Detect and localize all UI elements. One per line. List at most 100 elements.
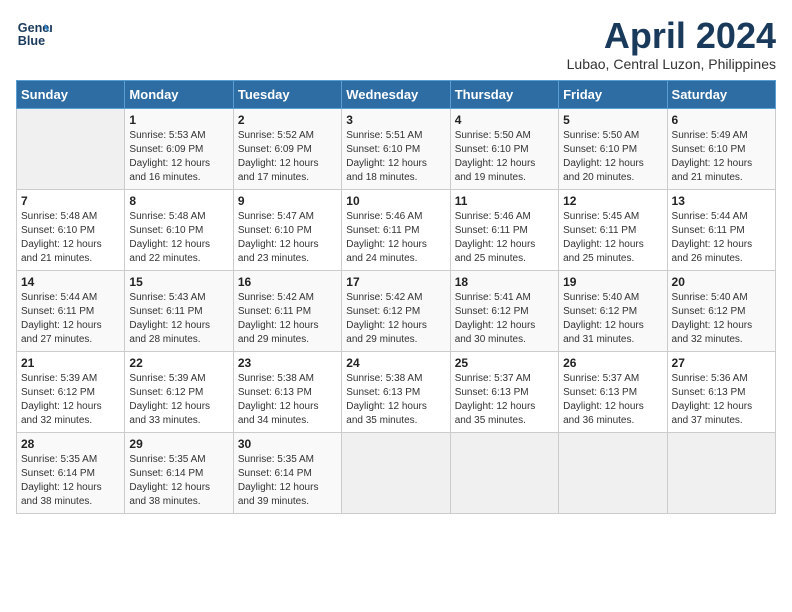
day-info: Sunrise: 5:39 AM Sunset: 6:12 PM Dayligh… <box>129 372 228 428</box>
calendar-day-cell: 27 Sunrise: 5:36 AM Sunset: 6:13 PM Dayli… <box>667 351 775 432</box>
day-info: Sunrise: 5:38 AM Sunset: 6:13 PM Dayligh… <box>238 372 337 428</box>
day-info: Sunrise: 5:44 AM Sunset: 6:11 PM Dayligh… <box>672 210 771 266</box>
day-number: 5 <box>563 113 662 127</box>
calendar-day-cell: 1 Sunrise: 5:53 AM Sunset: 6:09 PM Daylig… <box>125 108 233 189</box>
day-number: 2 <box>238 113 337 127</box>
day-info: Sunrise: 5:48 AM Sunset: 6:10 PM Dayligh… <box>21 210 120 266</box>
day-number: 18 <box>455 275 554 289</box>
main-title: April 2024 <box>567 16 776 56</box>
day-number: 9 <box>238 194 337 208</box>
calendar-day-cell: 12 Sunrise: 5:45 AM Sunset: 6:11 PM Dayli… <box>559 189 667 270</box>
day-number: 26 <box>563 356 662 370</box>
calendar-day-cell: 23 Sunrise: 5:38 AM Sunset: 6:13 PM Dayli… <box>233 351 341 432</box>
calendar-day-cell: 22 Sunrise: 5:39 AM Sunset: 6:12 PM Dayli… <box>125 351 233 432</box>
calendar-day-cell: 16 Sunrise: 5:42 AM Sunset: 6:11 PM Dayli… <box>233 270 341 351</box>
day-info: Sunrise: 5:39 AM Sunset: 6:12 PM Dayligh… <box>21 372 120 428</box>
subtitle: Lubao, Central Luzon, Philippines <box>567 56 776 72</box>
day-number: 16 <box>238 275 337 289</box>
day-info: Sunrise: 5:47 AM Sunset: 6:10 PM Dayligh… <box>238 210 337 266</box>
day-number: 19 <box>563 275 662 289</box>
calendar-day-cell: 26Sunrise: 5:37 AM Sunset: 6:13 PM Dayli… <box>559 351 667 432</box>
logo-icon: General Blue <box>16 16 52 52</box>
day-info: Sunrise: 5:52 AM Sunset: 6:09 PM Dayligh… <box>238 129 337 185</box>
day-number: 20 <box>672 275 771 289</box>
header: General Blue April 2024 Lubao, Central L… <box>16 16 776 72</box>
logo: General Blue <box>16 16 52 52</box>
day-info: Sunrise: 5:53 AM Sunset: 6:09 PM Dayligh… <box>129 129 228 185</box>
calendar-week-row: 14 Sunrise: 5:44 AM Sunset: 6:11 PM Dayli… <box>17 270 776 351</box>
calendar-day-cell: 10Sunrise: 5:46 AM Sunset: 6:11 PM Dayli… <box>342 189 450 270</box>
day-number: 15 <box>129 275 228 289</box>
day-info: Sunrise: 5:36 AM Sunset: 6:13 PM Dayligh… <box>672 372 771 428</box>
calendar-day-cell: 24 Sunrise: 5:38 AM Sunset: 6:13 PM Dayli… <box>342 351 450 432</box>
day-number: 24 <box>346 356 445 370</box>
calendar-day-cell: 17Sunrise: 5:42 AM Sunset: 6:12 PM Dayli… <box>342 270 450 351</box>
calendar-header-cell: Friday <box>559 80 667 108</box>
day-number: 25 <box>455 356 554 370</box>
day-info: Sunrise: 5:38 AM Sunset: 6:13 PM Dayligh… <box>346 372 445 428</box>
day-info: Sunrise: 5:35 AM Sunset: 6:14 PM Dayligh… <box>238 453 337 509</box>
calendar-day-cell: 29 Sunrise: 5:35 AM Sunset: 6:14 PM Dayli… <box>125 432 233 513</box>
day-number: 27 <box>672 356 771 370</box>
calendar-day-cell: 8 Sunrise: 5:48 AM Sunset: 6:10 PM Daylig… <box>125 189 233 270</box>
day-info: Sunrise: 5:51 AM Sunset: 6:10 PM Dayligh… <box>346 129 445 185</box>
day-info: Sunrise: 5:44 AM Sunset: 6:11 PM Dayligh… <box>21 291 120 347</box>
day-number: 3 <box>346 113 445 127</box>
calendar-body: 1 Sunrise: 5:53 AM Sunset: 6:09 PM Daylig… <box>17 108 776 513</box>
day-number: 4 <box>455 113 554 127</box>
day-info: Sunrise: 5:45 AM Sunset: 6:11 PM Dayligh… <box>563 210 662 266</box>
day-number: 28 <box>21 437 120 451</box>
day-number: 30 <box>238 437 337 451</box>
calendar-week-row: 28 Sunrise: 5:35 AM Sunset: 6:14 PM Dayli… <box>17 432 776 513</box>
calendar-day-cell <box>667 432 775 513</box>
calendar-day-cell: 9 Sunrise: 5:47 AM Sunset: 6:10 PM Daylig… <box>233 189 341 270</box>
calendar-day-cell: 15 Sunrise: 5:43 AM Sunset: 6:11 PM Dayli… <box>125 270 233 351</box>
day-number: 11 <box>455 194 554 208</box>
day-number: 23 <box>238 356 337 370</box>
day-info: Sunrise: 5:41 AM Sunset: 6:12 PM Dayligh… <box>455 291 554 347</box>
calendar-table: SundayMondayTuesdayWednesdayThursdayFrid… <box>16 80 776 514</box>
calendar-header-cell: Wednesday <box>342 80 450 108</box>
calendar-day-cell: 2 Sunrise: 5:52 AM Sunset: 6:09 PM Daylig… <box>233 108 341 189</box>
calendar-header-cell: Tuesday <box>233 80 341 108</box>
day-number: 10 <box>346 194 445 208</box>
calendar-day-cell: 3 Sunrise: 5:51 AM Sunset: 6:10 PM Daylig… <box>342 108 450 189</box>
calendar-day-cell <box>17 108 125 189</box>
day-info: Sunrise: 5:49 AM Sunset: 6:10 PM Dayligh… <box>672 129 771 185</box>
day-number: 12 <box>563 194 662 208</box>
day-number: 21 <box>21 356 120 370</box>
day-info: Sunrise: 5:48 AM Sunset: 6:10 PM Dayligh… <box>129 210 228 266</box>
day-number: 8 <box>129 194 228 208</box>
calendar-day-cell: 19 Sunrise: 5:40 AM Sunset: 6:12 PM Dayli… <box>559 270 667 351</box>
calendar-header-cell: Monday <box>125 80 233 108</box>
day-number: 1 <box>129 113 228 127</box>
day-info: Sunrise: 5:35 AM Sunset: 6:14 PM Dayligh… <box>129 453 228 509</box>
calendar-day-cell <box>559 432 667 513</box>
day-number: 14 <box>21 275 120 289</box>
calendar-header-cell: Thursday <box>450 80 558 108</box>
calendar-header-row: SundayMondayTuesdayWednesdayThursdayFrid… <box>17 80 776 108</box>
calendar-day-cell <box>342 432 450 513</box>
calendar-day-cell: 14 Sunrise: 5:44 AM Sunset: 6:11 PM Dayli… <box>17 270 125 351</box>
calendar-week-row: 1 Sunrise: 5:53 AM Sunset: 6:09 PM Daylig… <box>17 108 776 189</box>
day-info: Sunrise: 5:50 AM Sunset: 6:10 PM Dayligh… <box>455 129 554 185</box>
day-info: Sunrise: 5:40 AM Sunset: 6:12 PM Dayligh… <box>563 291 662 347</box>
day-info: Sunrise: 5:42 AM Sunset: 6:11 PM Dayligh… <box>238 291 337 347</box>
calendar-day-cell: 11Sunrise: 5:46 AM Sunset: 6:11 PM Dayli… <box>450 189 558 270</box>
calendar-day-cell: 6Sunrise: 5:49 AM Sunset: 6:10 PM Daylig… <box>667 108 775 189</box>
calendar-header-cell: Saturday <box>667 80 775 108</box>
day-info: Sunrise: 5:50 AM Sunset: 6:10 PM Dayligh… <box>563 129 662 185</box>
day-number: 22 <box>129 356 228 370</box>
day-info: Sunrise: 5:43 AM Sunset: 6:11 PM Dayligh… <box>129 291 228 347</box>
calendar-day-cell: 21 Sunrise: 5:39 AM Sunset: 6:12 PM Dayli… <box>17 351 125 432</box>
calendar-header-cell: Sunday <box>17 80 125 108</box>
day-number: 29 <box>129 437 228 451</box>
calendar-day-cell: 18 Sunrise: 5:41 AM Sunset: 6:12 PM Dayli… <box>450 270 558 351</box>
calendar-day-cell <box>450 432 558 513</box>
svg-text:Blue: Blue <box>18 34 45 48</box>
calendar-day-cell: 20Sunrise: 5:40 AM Sunset: 6:12 PM Dayli… <box>667 270 775 351</box>
calendar-day-cell: 30 Sunrise: 5:35 AM Sunset: 6:14 PM Dayli… <box>233 432 341 513</box>
day-info: Sunrise: 5:42 AM Sunset: 6:12 PM Dayligh… <box>346 291 445 347</box>
calendar-day-cell: 4 Sunrise: 5:50 AM Sunset: 6:10 PM Daylig… <box>450 108 558 189</box>
calendar-day-cell: 25Sunrise: 5:37 AM Sunset: 6:13 PM Dayli… <box>450 351 558 432</box>
